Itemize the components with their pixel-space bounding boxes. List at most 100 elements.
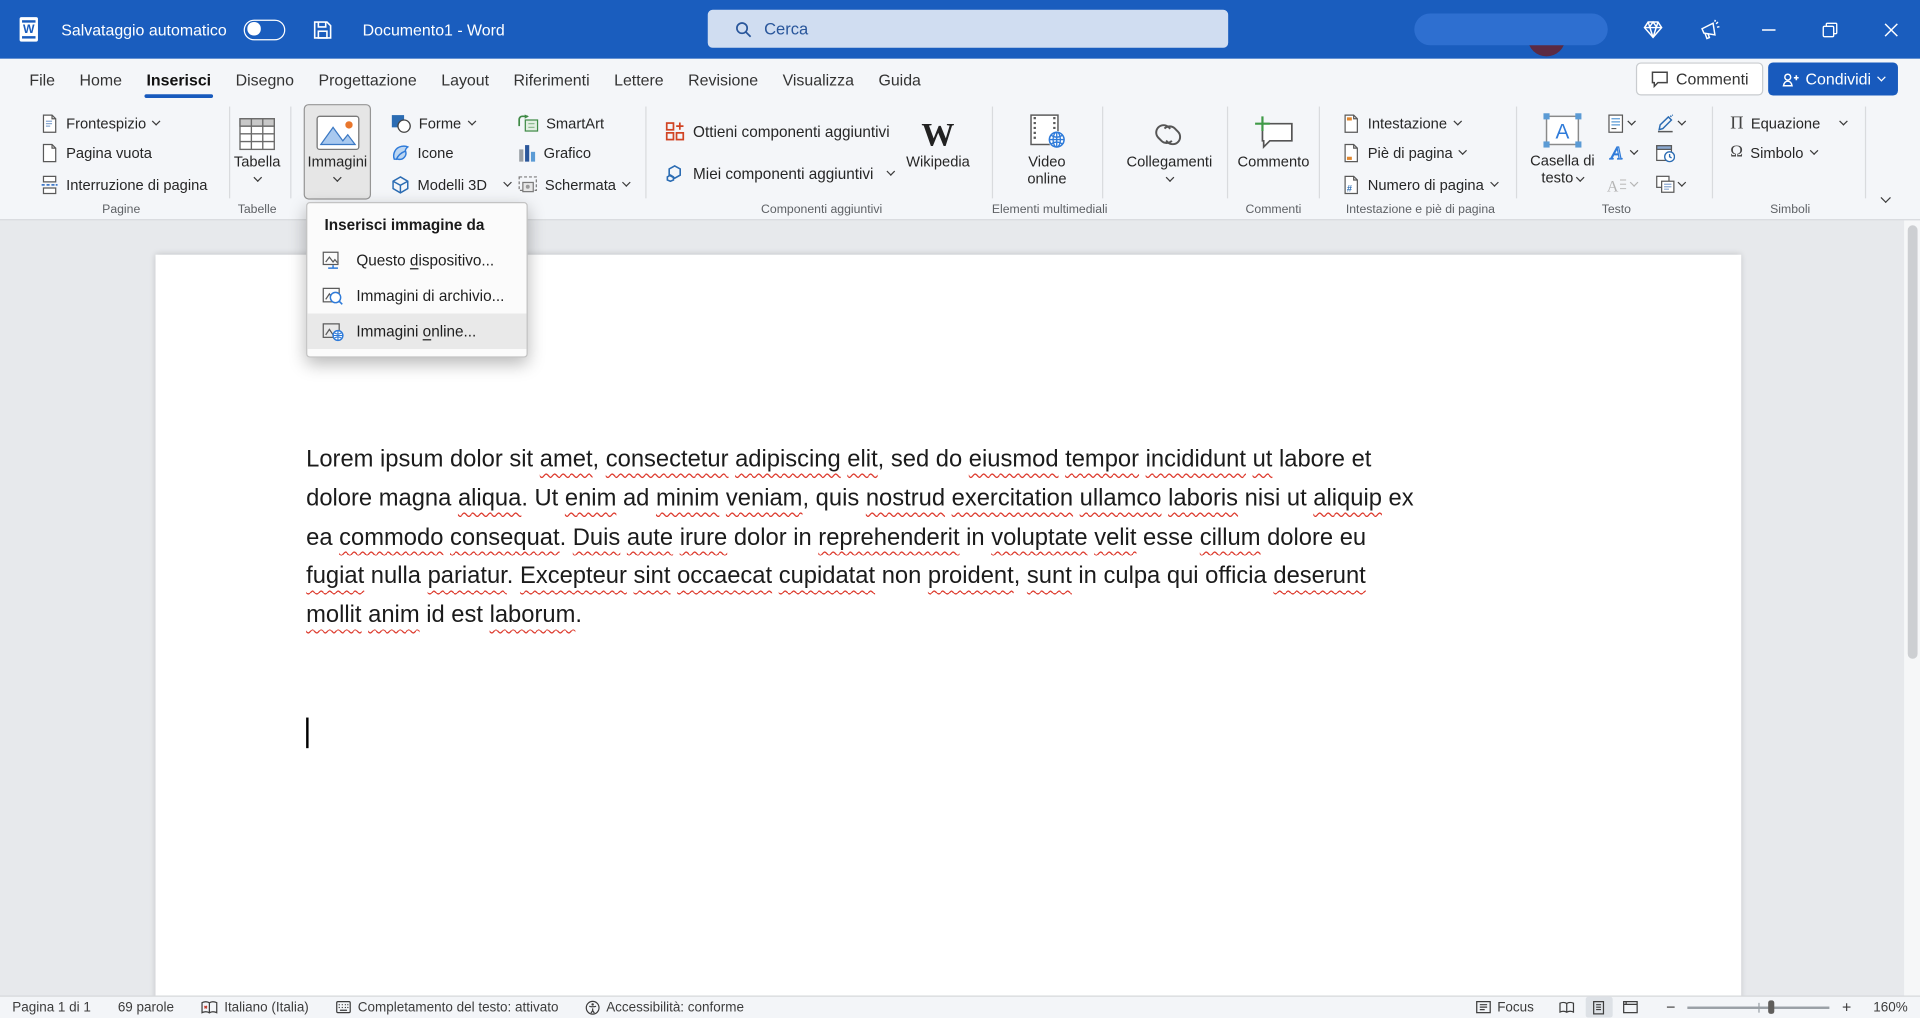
word: sed — [891, 446, 929, 473]
pie-di-pagina-button[interactable]: Piè di pagina — [1338, 138, 1469, 166]
focus-mode-button[interactable]: Focus — [1475, 1000, 1534, 1015]
chevron-down-icon — [1627, 117, 1636, 126]
smartart-button[interactable]: SmartArt — [514, 109, 607, 137]
search-input[interactable]: Cerca — [708, 10, 1228, 48]
misspelled-word: anim — [368, 601, 419, 628]
text-completion-status[interactable]: Completamento del testo: attivato — [336, 1000, 559, 1015]
intestazione-button[interactable]: Intestazione — [1338, 109, 1464, 137]
numero-di-pagina-button[interactable]: # Numero di pagina — [1338, 170, 1501, 198]
casella-di-testo-button[interactable]: A Casella ditesto — [1526, 104, 1599, 197]
word: id — [426, 601, 444, 628]
web-layout-button[interactable] — [1617, 997, 1644, 1018]
miei-componenti-button[interactable]: Miei componenti aggiuntivi — [661, 159, 898, 187]
equazione-button[interactable]: Π Equazione — [1727, 109, 1850, 137]
modelli-3d-button[interactable]: Modelli 3D — [387, 170, 514, 198]
misspelled-word: tempor — [1065, 446, 1139, 473]
scrollbar-thumb[interactable] — [1907, 225, 1917, 659]
minimize-button[interactable] — [1744, 0, 1793, 59]
frontespizio-button[interactable]: Frontespizio — [37, 109, 164, 137]
insert-image-menu: Inserisci immagine da Questo dispositivo… — [306, 202, 528, 358]
menu-item-questo-dispositivo[interactable]: Questo dispositivo... — [307, 242, 526, 278]
misspelled-word: deserunt — [1273, 563, 1365, 590]
misspelled-word: reprehenderit — [818, 524, 959, 551]
tab-visualizza[interactable]: Visualizza — [770, 62, 866, 98]
comments-button[interactable]: Commenti — [1636, 62, 1764, 95]
riga-di-firma-button[interactable] — [1656, 109, 1698, 137]
grafico-button[interactable]: Grafico — [514, 138, 594, 166]
document-title: Documento1 - Word — [363, 20, 505, 38]
immagini-button[interactable]: Immagini — [304, 104, 371, 200]
text-cursor — [306, 718, 308, 749]
feedback-megaphone-icon[interactable] — [1685, 0, 1734, 59]
tab-home[interactable]: Home — [67, 62, 134, 98]
save-icon[interactable] — [312, 19, 333, 40]
tab-progettazione[interactable]: Progettazione — [306, 62, 429, 98]
parti-rapide-button[interactable] — [1607, 109, 1649, 137]
proofing-status[interactable]: Italiano (Italia) — [201, 1000, 309, 1015]
tab-lettere[interactable]: Lettere — [602, 62, 676, 98]
zoom-in-icon[interactable]: + — [1840, 998, 1854, 1016]
textbox-icon: A — [1542, 108, 1584, 150]
menu-item-immagini-di-archivio[interactable]: Immagini di archivio... — [307, 278, 526, 314]
capolettera-button[interactable]: A — [1607, 170, 1649, 198]
chevron-down-icon — [1809, 146, 1818, 155]
oggetto-button[interactable] — [1656, 170, 1698, 198]
close-button[interactable] — [1866, 0, 1915, 59]
print-layout-button[interactable] — [1585, 997, 1612, 1018]
word: Ut — [535, 485, 559, 512]
zoom-out-icon[interactable]: − — [1664, 998, 1678, 1016]
zoom-slider-handle[interactable] — [1769, 1001, 1775, 1014]
group-label-media: Elementi multimediali — [992, 203, 1102, 216]
icone-button[interactable]: Icone — [387, 138, 457, 166]
word: est — [451, 601, 483, 628]
premium-diamond-icon[interactable] — [1629, 0, 1678, 59]
tab-inserisci[interactable]: Inserisci — [134, 62, 223, 98]
group-label-tabelle: Tabelle — [225, 203, 289, 216]
tabella-button[interactable]: Tabella — [228, 105, 287, 198]
comment-icon — [1650, 70, 1668, 88]
video-online-button[interactable]: Videoonline — [1007, 105, 1088, 198]
page-indicator[interactable]: Pagina 1 di 1 — [12, 1000, 91, 1015]
document-text[interactable]: Lorem ipsum dolor sit amet, consectetur … — [306, 441, 1604, 636]
vertical-scrollbar[interactable] — [1904, 220, 1920, 995]
word: magna — [379, 485, 452, 512]
page[interactable]: Lorem ipsum dolor sit amet, consectetur … — [156, 255, 1742, 995]
schermata-button[interactable]: Schermata — [514, 170, 633, 198]
tab-file[interactable]: File — [17, 62, 67, 98]
zoom-slider[interactable] — [1688, 1006, 1830, 1008]
simbolo-button[interactable]: Ω Simbolo — [1727, 138, 1821, 166]
tab-guida[interactable]: Guida — [866, 62, 933, 98]
tab-riferimenti[interactable]: Riferimenti — [501, 62, 602, 98]
word-count[interactable]: 69 parole — [118, 1000, 174, 1015]
ottieni-componenti-button[interactable]: Ottieni componenti aggiuntivi — [661, 118, 893, 146]
chevron-down-icon — [333, 173, 342, 182]
misspelled-word: eiusmod — [969, 446, 1059, 473]
commento-button[interactable]: Commento — [1234, 105, 1312, 198]
forme-button[interactable]: Forme — [387, 109, 478, 137]
zoom-level[interactable]: 160% — [1873, 1000, 1907, 1015]
restore-button[interactable] — [1805, 0, 1854, 59]
word-logo-icon[interactable]: W — [17, 16, 44, 43]
word: in — [966, 524, 984, 551]
chevron-down-icon — [253, 173, 262, 182]
tab-revisione[interactable]: Revisione — [676, 62, 770, 98]
interruzione-pagina-button[interactable]: Interruzione di pagina — [37, 170, 211, 198]
collegamenti-button[interactable]: Collegamenti — [1118, 105, 1221, 198]
collapse-ribbon-chevron-icon[interactable] — [1881, 193, 1891, 203]
tab-layout[interactable]: Layout — [429, 62, 501, 98]
wordart-button[interactable]: A — [1607, 138, 1649, 166]
share-button[interactable]: Condividi — [1768, 62, 1898, 95]
read-mode-button[interactable] — [1553, 997, 1580, 1018]
data-e-ora-button[interactable] — [1656, 138, 1698, 166]
online-video-icon — [1027, 109, 1066, 151]
device-image-icon — [322, 250, 344, 270]
pagina-vuota-button[interactable]: Pagina vuota — [37, 138, 156, 166]
search-placeholder: Cerca — [764, 20, 808, 38]
tab-disegno[interactable]: Disegno — [223, 62, 306, 98]
accessibility-status[interactable]: Accessibilità: conforme — [585, 1000, 744, 1015]
omega-icon: Ω — [1730, 144, 1743, 161]
menu-item-immagini-online[interactable]: Immagini online... — [307, 313, 526, 349]
wikipedia-button[interactable]: W Wikipedia — [901, 105, 974, 198]
misspelled-word: pariatur — [428, 563, 507, 590]
autosave-toggle[interactable] — [244, 19, 286, 40]
